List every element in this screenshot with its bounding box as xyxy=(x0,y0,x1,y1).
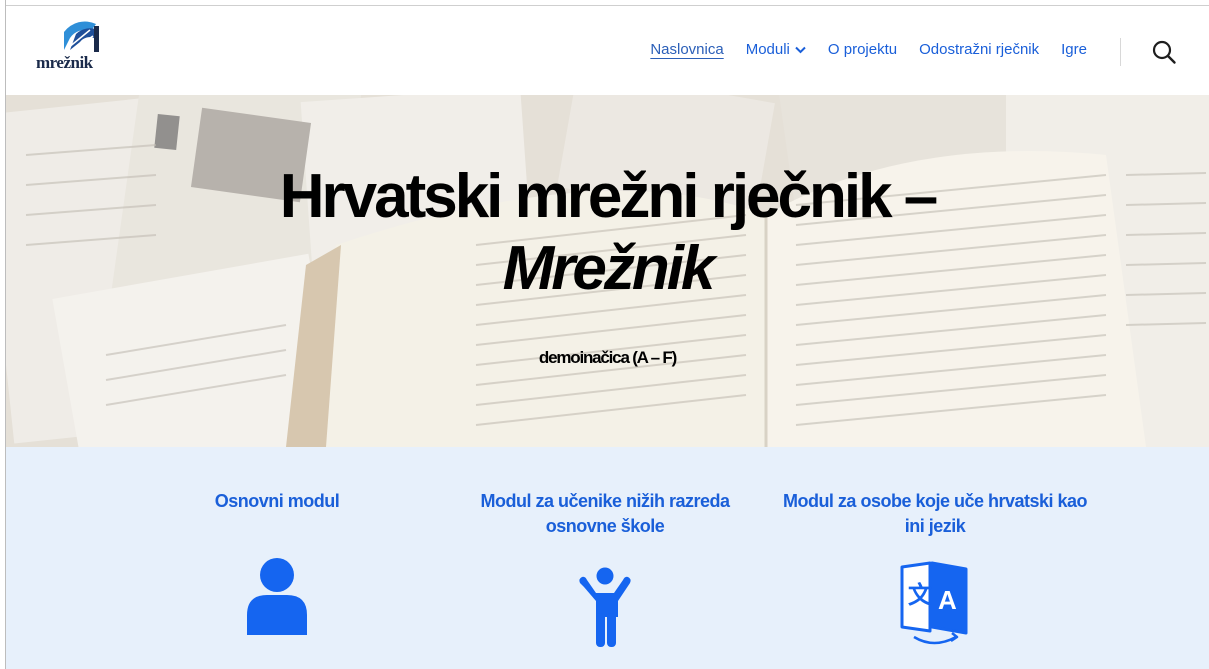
svg-text:文: 文 xyxy=(908,581,933,609)
nav-item-igre[interactable]: Igre xyxy=(1061,41,1087,58)
nav-item-odostrazni-rjecnik[interactable]: Odostražni rječnik xyxy=(919,41,1039,58)
search-icon[interactable] xyxy=(1151,39,1177,65)
logo-text: mrežnik xyxy=(36,53,93,72)
chevron-down-icon[interactable] xyxy=(795,46,806,54)
hero-title-line1: Hrvatski mrežni rječnik – xyxy=(279,162,939,231)
hero-title: Hrvatski mrežni rječnik – Mrežnik xyxy=(6,161,1209,305)
window-left-border xyxy=(0,0,6,669)
module-title[interactable]: Osnovni modul xyxy=(117,489,437,514)
hero-subtitle: demoinačica (A – F) xyxy=(538,348,677,367)
module-title[interactable]: Modul za osobe koje uče hrvatski kao ini… xyxy=(775,489,1095,539)
site-logo[interactable]: mrežnik xyxy=(36,21,104,76)
hero-title-line2: Mrežnik xyxy=(502,234,716,303)
window-top-border xyxy=(0,0,1209,6)
site-header: mrežnik Naslovnica Moduli O projektu Odo… xyxy=(6,6,1209,95)
main-nav: Naslovnica Moduli O projektu Odostražni … xyxy=(650,41,1087,58)
nav-item-o-projektu[interactable]: O projektu xyxy=(828,41,897,58)
module-card-ini-jezik[interactable]: Modul za osobe koje uče hrvatski kao ini… xyxy=(775,489,1095,645)
nav-item-moduli[interactable]: Moduli xyxy=(746,41,806,58)
logo-fan-icon xyxy=(64,21,99,52)
person-icon xyxy=(247,558,307,635)
nav-item-naslovnica[interactable]: Naslovnica xyxy=(650,41,723,58)
nav-item-moduli-label[interactable]: Moduli xyxy=(746,41,790,58)
translate-icon: 文 A xyxy=(900,561,968,645)
modules-section: Osnovni modul Modul za učenike nižih raz… xyxy=(6,447,1209,669)
nav-divider xyxy=(1120,38,1121,66)
module-card-ucenici[interactable]: Modul za učenike nižih razreda osnovne š… xyxy=(445,489,765,647)
svg-text:A: A xyxy=(938,585,957,615)
child-icon xyxy=(579,567,631,647)
hero-banner: Hrvatski mrežni rječnik – Mrežnik demoin… xyxy=(6,95,1209,447)
module-card-osnovni[interactable]: Osnovni modul xyxy=(117,489,437,635)
module-title[interactable]: Modul za učenike nižih razreda osnovne š… xyxy=(445,489,765,539)
